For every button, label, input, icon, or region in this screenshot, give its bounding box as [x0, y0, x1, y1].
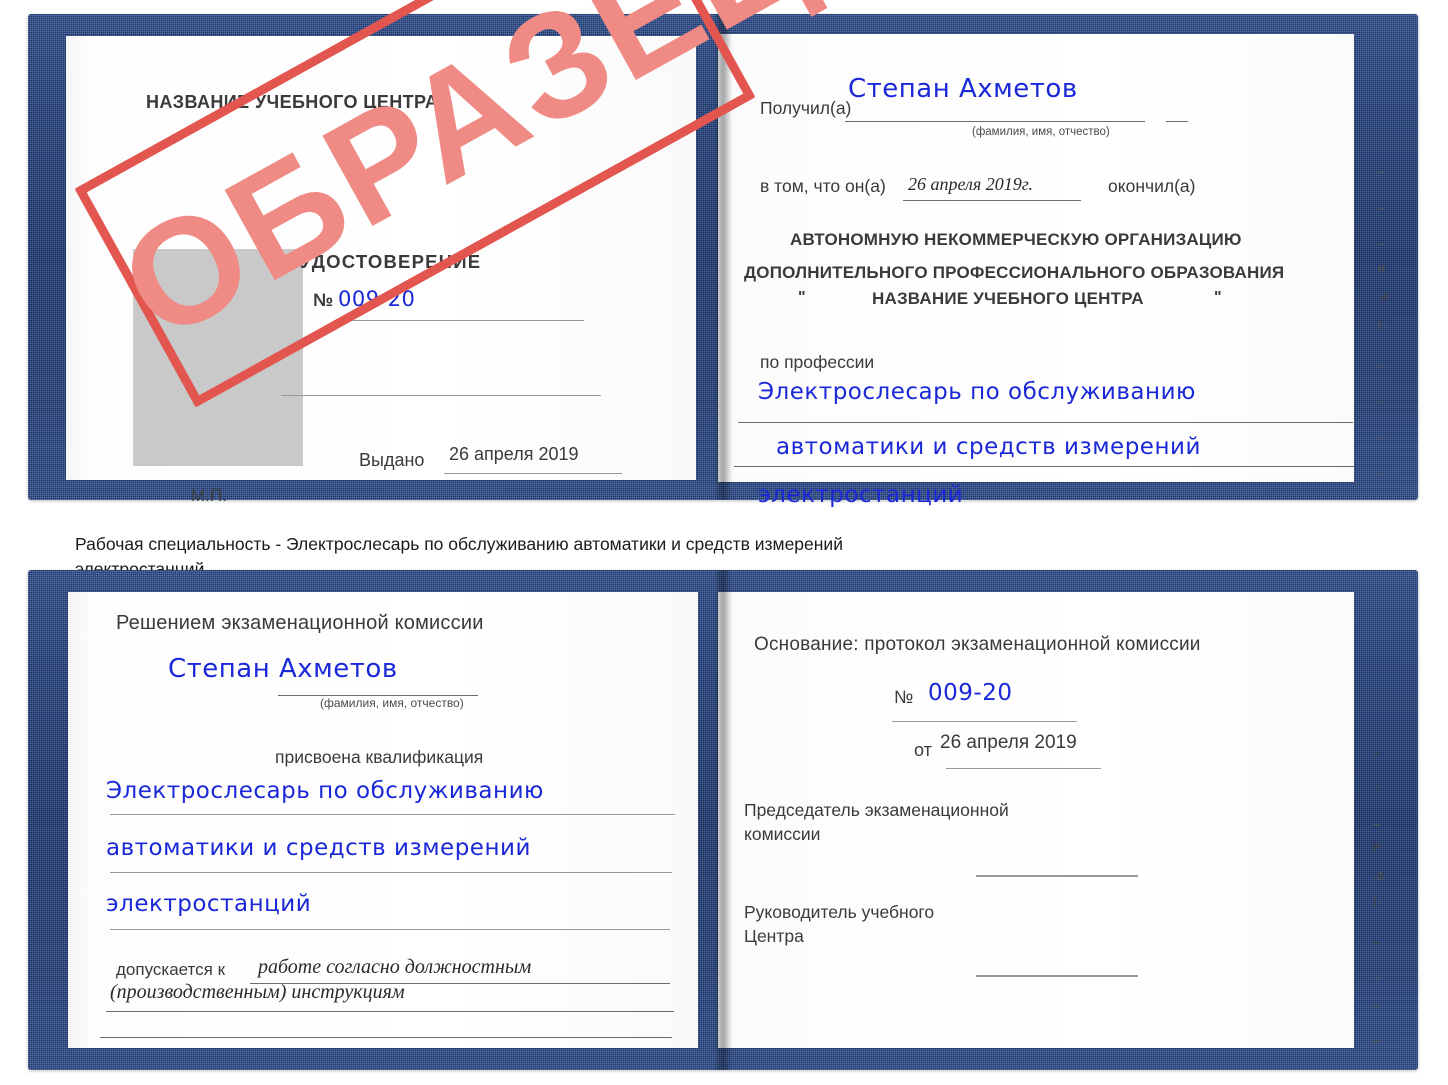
edge-mark: ,а	[1378, 288, 1389, 303]
certificate-bottom-left-page: Решением экзаменационной комиссии Степан…	[68, 592, 698, 1048]
protocol-number-rule	[892, 721, 1077, 722]
edge-mark: –	[1373, 745, 1381, 760]
received-label: Получил(а)	[760, 98, 852, 118]
qualification-rule1	[110, 814, 675, 815]
number-rule-top	[334, 320, 584, 321]
edge-mark: –	[1373, 998, 1381, 1013]
finished-label: окончил(а)	[1108, 176, 1196, 196]
fio-hint-bottom: (фамилия, имя, отчество)	[320, 696, 464, 710]
edge-mark: –	[1378, 430, 1386, 445]
protocol-number-value: 009-20	[928, 680, 1013, 706]
in-that-value: 26 апреля 2019г.	[908, 174, 1034, 194]
edge-mark: –	[1378, 394, 1386, 409]
qualification-line1: Электрослесарь по обслуживанию	[106, 778, 544, 804]
edge-mark: (-	[1378, 316, 1387, 331]
training-center-name-top: НАЗВАНИЕ УЧЕБНОГО ЦЕНТРА	[146, 92, 439, 112]
certificate-top-book: НАЗВАНИЕ УЧЕБНОГО ЦЕНТРА УДОСТОВЕРЕНИЕ №…	[28, 14, 1418, 508]
qualification-rule2	[110, 872, 672, 873]
profession-rule2	[734, 466, 1354, 467]
org-quote-close: "	[1214, 289, 1222, 306]
edge-mark: –	[1373, 935, 1381, 950]
edge-mark: –	[1378, 358, 1386, 373]
profession-line2: автоматики и средств измерений	[776, 434, 1201, 460]
certificate-bottom-right-page: Основание: протокол экзаменационной коми…	[718, 592, 1384, 1048]
protocol-date-label: от	[914, 740, 932, 760]
org-line3: НАЗВАНИЕ УЧЕБНОГО ЦЕНТРА	[872, 289, 1144, 308]
allowed-label: допускается к	[116, 960, 226, 979]
qualification-label: присвоена квалификация	[275, 747, 484, 767]
protocol-date-value: 26 апреля 2019	[940, 732, 1077, 753]
fio-hint-top: (фамилия, имя, отчество)	[972, 126, 1110, 138]
allowed-rule2	[106, 1011, 674, 1012]
org-quote-open: "	[798, 289, 806, 306]
profession-line3: электростанций	[758, 482, 964, 508]
seal-label-top: М.П.	[191, 486, 227, 505]
profession-rule1	[738, 422, 1353, 423]
head-signature-rule	[976, 975, 1138, 977]
org-line2: ДОПОЛНИТЕЛЬНОГО ПРОФЕССИОНАЛЬНОГО ОБРАЗО…	[744, 263, 1285, 282]
qualification-rule3	[110, 929, 670, 930]
issued-value-top: 26 апреля 2019	[449, 444, 579, 464]
received-value: Степан Ахметов	[848, 74, 1078, 104]
edge-mark: –	[1373, 1032, 1381, 1047]
head-line1: Руководитель учебного	[744, 902, 935, 922]
caption-line-1: Рабочая специальность - Электрослесарь п…	[75, 534, 843, 554]
edge-mark: (-	[1373, 894, 1382, 909]
issued-rule-top	[444, 473, 622, 474]
edge-mark: –	[1378, 466, 1386, 481]
profession-line1: Электрослесарь по обслуживанию	[758, 379, 1196, 405]
chairman-line2: комиссии	[744, 824, 821, 844]
edge-mark: –	[1378, 236, 1386, 251]
certificate-top-left-page: НАЗВАНИЕ УЧЕБНОГО ЦЕНТРА УДОСТОВЕРЕНИЕ №…	[66, 36, 696, 505]
received-rule-tail	[1166, 121, 1188, 122]
head-line2: Центра	[744, 926, 804, 946]
qualification-line2: автоматики и средств измерений	[106, 835, 531, 861]
allowed-value-line1: работе согласно должностным	[258, 956, 532, 978]
qualification-line3: электростанций	[106, 891, 312, 917]
in-that-label: в том, что он(а)	[760, 176, 886, 196]
edge-mark: и	[1378, 260, 1386, 275]
received-rule	[845, 121, 1145, 122]
edge-mark: –	[1378, 200, 1386, 215]
protocol-number-label: №	[894, 687, 914, 707]
profession-label: по профессии	[760, 352, 875, 372]
allowed-value-line2: (производственным) инструкциям	[110, 981, 405, 1003]
document-title-top: УДОСТОВЕРЕНИЕ	[300, 251, 482, 272]
number-label-top: №	[313, 290, 334, 310]
edge-mark: –	[1373, 781, 1381, 796]
issued-label-top: Выдано	[359, 450, 425, 470]
edge-mark: –	[1373, 970, 1381, 985]
number-value-top: 009-20	[338, 287, 416, 311]
certificate-bottom-book: Решением экзаменационной комиссии Степан…	[28, 570, 1418, 1070]
chairman-signature-rule	[976, 875, 1138, 877]
basis-label: Основание: протокол экзаменационной коми…	[754, 634, 1201, 655]
edge-mark: ,а	[1373, 867, 1384, 882]
chairman-line1: Председатель экзаменационной	[744, 800, 1009, 820]
blank-rule-top	[281, 395, 601, 396]
decision-heading: Решением экзаменационной комиссии	[116, 612, 484, 634]
protocol-date-rule	[946, 768, 1101, 769]
certificate-top-right-page: Получил(а) Степан Ахметов (фамилия, имя,…	[718, 34, 1389, 508]
edge-mark: –	[1378, 164, 1386, 179]
in-that-rule	[903, 200, 1081, 201]
org-line1: АВТОНОМНУЮ НЕКОММЕРЧЕСКУЮ ОРГАНИЗАЦИЮ	[790, 230, 1242, 249]
photo-placeholder	[133, 249, 303, 466]
decision-name-value: Степан Ахметов	[168, 654, 398, 684]
edge-mark: и	[1373, 838, 1381, 853]
allowed-rule3	[100, 1037, 672, 1038]
edge-mark: –	[1373, 816, 1381, 831]
